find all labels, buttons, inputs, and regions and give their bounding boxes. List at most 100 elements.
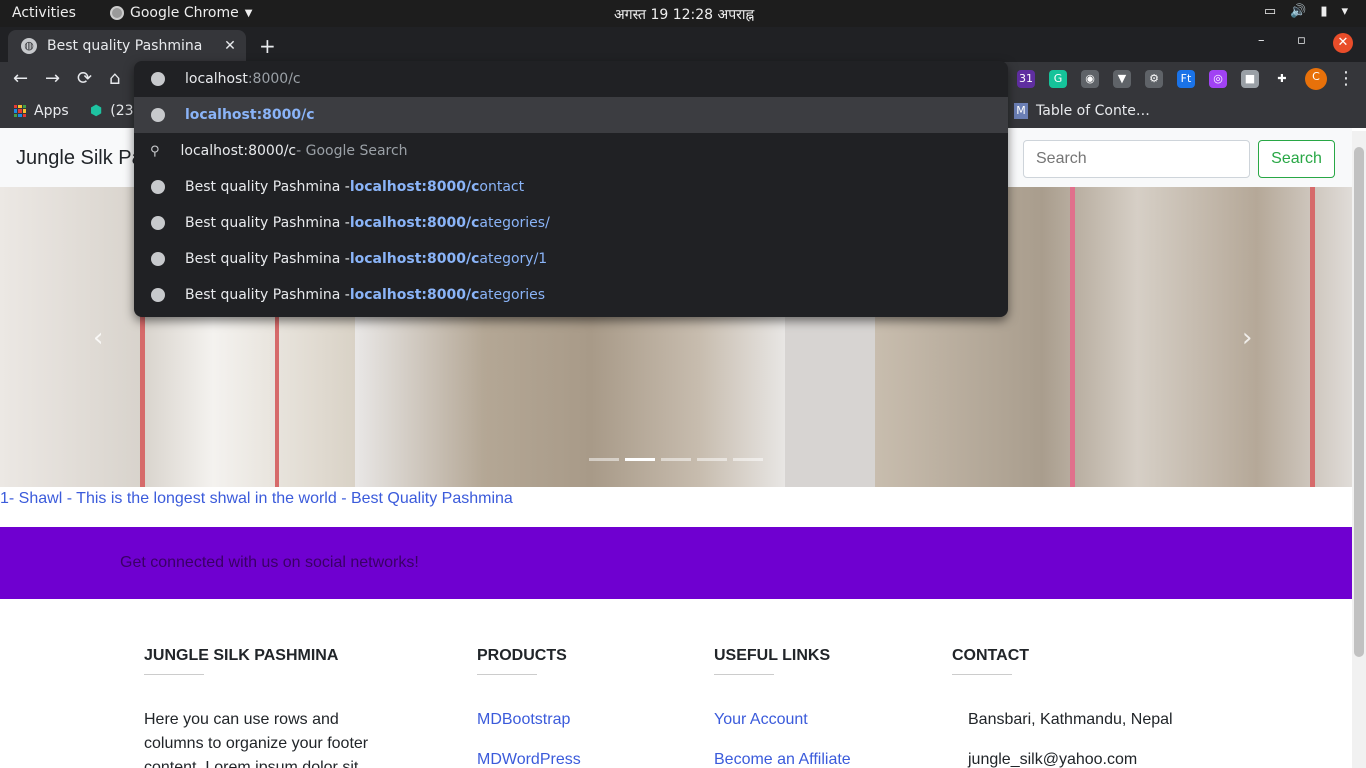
suggestion-url: localhost:8000/category/1 xyxy=(350,251,547,267)
footer-heading: USEFUL LINKS xyxy=(714,647,831,664)
carousel-indicator[interactable] xyxy=(661,458,691,461)
search-icon: ⚲ xyxy=(150,143,160,159)
reload-button[interactable]: ⟳ xyxy=(77,68,92,89)
carousel-indicator[interactable] xyxy=(733,458,763,461)
omnibox-suggestion[interactable]: ⚲ localhost:8000/c - Google Search xyxy=(134,133,1008,169)
omnibox-suggestion[interactable]: Best quality Pashmina - localhost:8000/c… xyxy=(134,241,1008,277)
caret-down-icon: ▼ xyxy=(244,7,253,19)
cube-extension-icon[interactable]: ■ xyxy=(1241,70,1259,88)
footer-heading: PRODUCTS xyxy=(477,647,567,664)
footer-link[interactable]: MDWordPress xyxy=(477,748,677,768)
contact-address: Bansbari, Kathmandu, Nepal xyxy=(968,711,1173,728)
suggestion-url-match: localhost:8000/c xyxy=(185,107,315,123)
suggestion-title: Best quality Pashmina - xyxy=(185,287,350,303)
address-bar-input[interactable]: localhost:8000/c xyxy=(134,61,1008,97)
divider xyxy=(477,674,537,675)
system-tray[interactable]: ▭ 🔊 ▮ ▾ xyxy=(1264,4,1348,19)
site-search-button[interactable]: Search xyxy=(1258,140,1335,178)
chrome-menu-button[interactable]: ⋮ xyxy=(1337,68,1355,89)
divider xyxy=(144,674,204,675)
close-window-button[interactable]: ✕ xyxy=(1333,33,1353,53)
scrollbar-thumb[interactable] xyxy=(1354,147,1364,657)
calendar-extension-icon[interactable]: 31 xyxy=(1017,70,1035,88)
footer-link[interactable]: Your Account xyxy=(714,708,934,732)
apps-grid-icon xyxy=(14,105,26,117)
bulb-extension-icon[interactable]: ◉ xyxy=(1081,70,1099,88)
app-menu-label: Google Chrome xyxy=(130,5,239,21)
omnibox-suggestion[interactable]: localhost:8000/c xyxy=(134,97,1008,133)
bookmark-item[interactable]: ⬢ (23 xyxy=(90,103,134,119)
puzzle-extensions-icon[interactable]: ✚ xyxy=(1273,70,1291,88)
suggestion-query: localhost:8000/c xyxy=(180,143,297,159)
globe-icon xyxy=(151,108,165,122)
address-typed-suffix: :8000/c xyxy=(247,71,301,87)
site-brand[interactable]: Jungle Silk Pa xyxy=(16,147,143,170)
shield-icon: ⬢ xyxy=(90,103,103,119)
activities-button[interactable]: Activities xyxy=(12,5,76,21)
tab-best-quality-pashmina[interactable]: ◍ Best quality Pashmina ✕ xyxy=(8,30,246,62)
system-top-bar: Activities Google Chrome ▼ अगस्त 19 12:2… xyxy=(0,0,1366,27)
suggestion-url-rest: ategories/ xyxy=(479,215,550,231)
tab-strip: ◍ Best quality Pashmina ✕ + – ▫ ✕ xyxy=(0,27,1366,62)
product-link[interactable]: 1- Shawl - This is the longest shwal in … xyxy=(0,490,513,508)
carousel-prev-button[interactable]: ‹ xyxy=(93,323,103,353)
profile-avatar-icon[interactable]: C xyxy=(1305,68,1327,90)
suggestion-url-rest: ategory/1 xyxy=(479,251,548,267)
carousel-indicator[interactable] xyxy=(697,458,727,461)
footer-heading: CONTACT xyxy=(952,647,1030,664)
omnibox-dropdown: localhost:8000/c localhost:8000/c ⚲ localh… xyxy=(134,61,1008,317)
new-tab-button[interactable]: + xyxy=(259,34,276,58)
carousel-indicator[interactable] xyxy=(589,458,619,461)
bookmark-table-of-contents[interactable]: M Table of Conte… xyxy=(1014,103,1150,119)
contact-email: jungle_silk@yahoo.com xyxy=(968,751,1138,768)
world-extension-icon[interactable]: ◎ xyxy=(1209,70,1227,88)
carousel-next-button[interactable]: › xyxy=(1242,323,1252,353)
clock[interactable]: अगस्त 19 12:28 अपराह्न xyxy=(614,5,754,24)
gear-extension-icon[interactable]: ⚙ xyxy=(1145,70,1163,88)
suggestion-url-match: localhost:8000/c xyxy=(349,251,480,267)
vue-devtools-icon[interactable]: ▼ xyxy=(1113,70,1131,88)
omnibox-suggestion[interactable]: Best quality Pashmina - localhost:8000/c… xyxy=(134,205,1008,241)
home-button[interactable]: ⌂ xyxy=(109,68,120,89)
social-text: Get connected with us on social networks… xyxy=(120,554,419,571)
close-tab-icon[interactable]: ✕ xyxy=(220,38,240,54)
globe-icon xyxy=(151,252,165,266)
globe-icon xyxy=(151,180,165,194)
app-menu[interactable]: Google Chrome ▼ xyxy=(110,5,252,21)
maximize-button[interactable]: ▫ xyxy=(1297,33,1306,48)
battery-icon: ▮ xyxy=(1320,4,1328,19)
forward-button[interactable]: → xyxy=(45,68,60,89)
ft-extension-icon[interactable]: Ft xyxy=(1177,70,1195,88)
medium-icon: M xyxy=(1014,103,1028,119)
site-search-input[interactable] xyxy=(1023,140,1250,178)
bookmark-apps-label: Apps xyxy=(34,103,69,119)
caret-down-icon: ▾ xyxy=(1341,4,1348,19)
footer-col-about: JUNGLE SILK PASHMINA Here you can use ro… xyxy=(144,647,384,768)
page-scrollbar[interactable] xyxy=(1352,131,1366,768)
globe-icon xyxy=(151,72,165,86)
back-button[interactable]: ← xyxy=(13,68,28,89)
bookmark-label: Table of Conte… xyxy=(1036,103,1150,119)
omnibox-suggestion[interactable]: Best quality Pashmina - localhost:8000/c… xyxy=(134,277,1008,313)
shawl-stripe xyxy=(1070,187,1075,487)
omnibox-suggestion[interactable]: Best quality Pashmina - localhost:8000/c… xyxy=(134,169,1008,205)
globe-icon xyxy=(151,216,165,230)
minimize-button[interactable]: – xyxy=(1258,33,1265,48)
suggestion-url: localhost:8000/contact xyxy=(350,179,524,195)
footer-col-useful-links: USEFUL LINKS Your Account Become an Affi… xyxy=(714,647,934,768)
suggestion-url-match: localhost:8000/c xyxy=(349,287,480,303)
globe-icon xyxy=(151,288,165,302)
suggestion-title: Best quality Pashmina - xyxy=(185,215,350,231)
bookmark-apps[interactable]: Apps xyxy=(14,103,69,119)
display-icon: ▭ xyxy=(1263,4,1277,19)
social-banner: Get connected with us on social networks… xyxy=(0,527,1352,599)
carousel-indicator[interactable] xyxy=(625,458,655,461)
carousel-indicators xyxy=(589,458,763,461)
footer-link[interactable]: MDBootstrap xyxy=(477,708,677,732)
footer-heading: JUNGLE SILK PASHMINA xyxy=(144,647,339,664)
divider xyxy=(714,674,774,675)
footer-text: Here you can use rows and columns to org… xyxy=(144,711,369,768)
suggestion-url: localhost:8000/categories xyxy=(350,287,545,303)
footer-link[interactable]: Become an Affiliate xyxy=(714,748,934,768)
grammarly-icon[interactable]: G xyxy=(1049,70,1067,88)
